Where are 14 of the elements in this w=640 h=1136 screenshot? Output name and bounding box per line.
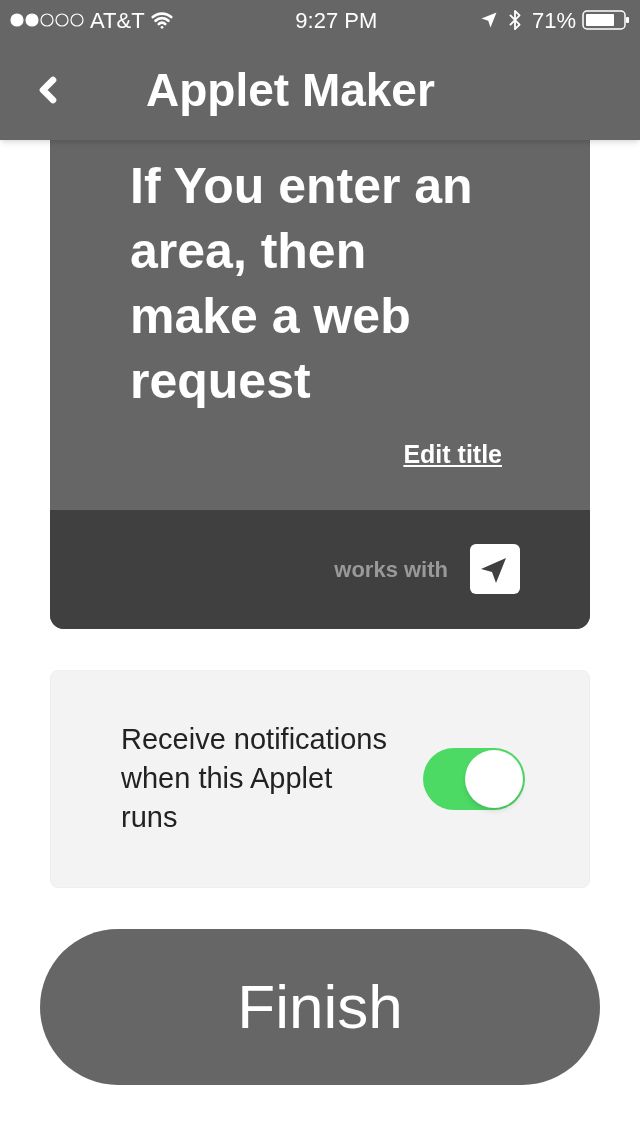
carrier-name: AT&T (90, 6, 145, 35)
notification-label: Receive notifications when this Applet runs (121, 722, 388, 835)
page-title: Applet Maker (146, 62, 435, 118)
edit-title-link[interactable]: Edit title (403, 436, 502, 474)
location-service-icon (470, 544, 520, 594)
finish-button[interactable]: Finish (40, 928, 600, 1085)
status-time: 9:27 PM (295, 6, 378, 35)
signal-icon (10, 13, 84, 27)
wifi-icon (150, 9, 173, 31)
battery-icon (582, 10, 630, 30)
applet-title: If You enter an area, then make a web request (130, 157, 474, 411)
works-with-label: works with (334, 555, 448, 584)
battery-percent: 71% (531, 6, 576, 35)
location-arrow-icon (479, 11, 498, 29)
